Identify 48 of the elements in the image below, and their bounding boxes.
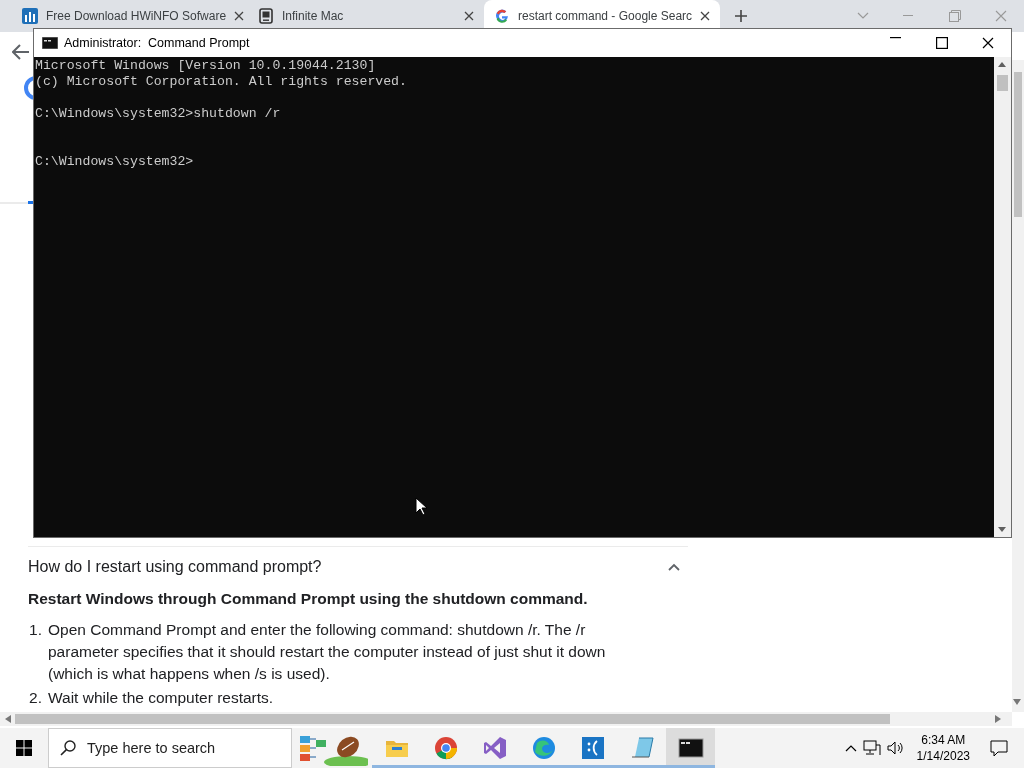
close-icon[interactable] [234,11,245,21]
scroll-right-icon[interactable] [995,715,1001,723]
console-line: Microsoft Windows [Version 10.0.19044.2130] [35,58,376,74]
search-field[interactable]: Type here to search [48,728,292,768]
new-tab-icon[interactable] [734,9,748,23]
scrollbar[interactable] [994,57,1011,537]
answer-heading: Restart Windows through Command Prompt using the shutdown command. [28,589,589,609]
console-line: (c) Microsoft Corporation. All rights reserved. [35,74,407,90]
scrollbar-thumb[interactable] [997,75,1008,91]
maximize-icon[interactable] [936,37,948,49]
chevron-up-icon[interactable] [844,744,857,752]
minimize-icon[interactable] [890,37,902,39]
speaker-icon[interactable] [886,740,905,756]
scroll-up-icon[interactable] [998,62,1006,67]
list-item: Open Command Prompt and enter the following command: shutdown /r. The /r parameter specifies that it should restart the computer instead of just shut it down (which is what happens when /s is used). [48,620,607,684]
scrollbar-thumb[interactable] [15,714,890,724]
computer-icon [258,8,274,24]
network-icon[interactable] [862,740,881,756]
back-arrow-icon[interactable] [12,44,30,60]
list-number: 1. [28,620,42,640]
close-icon[interactable] [982,37,994,49]
taskbar-app[interactable] [666,728,715,768]
list-number: 2. [28,688,42,708]
faq-question[interactable]: How do I restart using command prompt? [28,547,680,587]
console-line: C:\Windows\system32> [35,154,194,170]
terminal-icon [42,37,58,49]
bars-icon [22,8,38,24]
console-line: C:\Windows\system32>shutdown /r [35,106,281,122]
windows-icon [16,740,32,756]
close-icon[interactable] [700,11,711,21]
terminal-icon [677,735,704,761]
scroll-left-icon[interactable] [5,715,11,723]
scroll-down-icon[interactable] [998,527,1006,532]
visual-studio-icon [481,735,508,761]
google-icon [494,8,510,24]
edge-icon [530,735,557,761]
close-icon[interactable] [464,11,474,21]
list-item: Wait while the computer restarts. [48,688,274,708]
browser-tab[interactable]: Infinite Mac [248,0,484,32]
window-title: Administrator: Command Prompt [64,34,250,52]
search-icon [60,740,76,756]
sad-face-icon [579,735,606,761]
chrome-icon [432,735,459,761]
clock[interactable]: 6:34 AM 1/14/2023 [910,732,976,764]
scroll-down-icon[interactable] [1013,699,1021,705]
scrollbar-thumb[interactable] [1014,72,1022,217]
cursor-icon [415,497,427,516]
notification-icon[interactable] [990,739,1008,757]
